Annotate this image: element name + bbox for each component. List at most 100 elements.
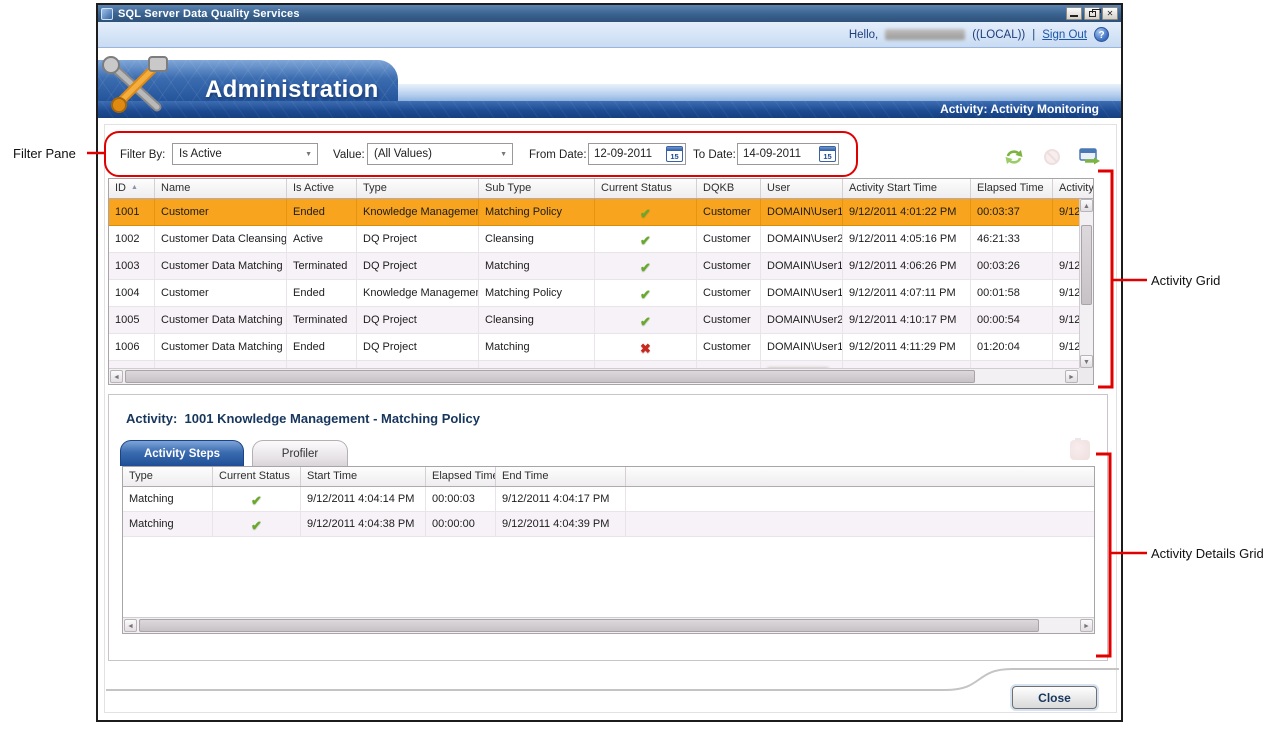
cell-end_time: 9/12/2011 4:04:39 PM: [496, 512, 626, 536]
column-header-elapsed-time[interactable]: Elapsed Time: [426, 467, 496, 486]
terminate-activity-icon-disabled[interactable]: [1040, 146, 1064, 168]
activity-row-1001[interactable]: 1001CustomerEndedKnowledge ManagementMat…: [109, 199, 1079, 226]
horizontal-scrollbar[interactable]: ◄ ►: [123, 617, 1094, 633]
scroll-left-arrow[interactable]: ◄: [110, 370, 123, 383]
cell-sub_type: Domain Management: [479, 361, 595, 368]
help-icon[interactable]: ?: [1094, 27, 1109, 42]
horizontal-scrollbar[interactable]: ◄ ►: [109, 368, 1079, 384]
cell-sub_type: Cleansing: [479, 226, 595, 252]
cell-name: Customer Data Matching: [155, 253, 287, 279]
filter-by-dropdown[interactable]: Is Active ▼: [172, 143, 318, 165]
cell-name: Customer Data Cleansing: [155, 226, 287, 252]
scroll-up-arrow[interactable]: ▲: [1080, 199, 1093, 212]
activity-step-row[interactable]: Matching✔9/12/2011 4:04:14 PM00:00:039/1…: [123, 487, 1094, 512]
cell-end_time: 9/12/2: [1053, 361, 1079, 368]
cell-is_active: Ended: [287, 199, 357, 225]
scroll-left-arrow[interactable]: ◄: [124, 619, 137, 632]
column-header-start-time[interactable]: Start Time: [301, 467, 426, 486]
activity-details-title: Activity: 1001 Knowledge Management - Ma…: [126, 411, 480, 426]
window-titlebar[interactable]: SQL Server Data Quality Services ✕: [98, 5, 1121, 22]
activity-row-1007[interactable]: 1007CustomerEndedKnowledge ManagementDom…: [109, 361, 1079, 368]
scrollbar-thumb[interactable]: [1081, 225, 1092, 305]
cell-id: 1006: [109, 334, 155, 360]
column-header-id[interactable]: ID▲: [109, 179, 155, 198]
column-header-activity-start-time[interactable]: Activity Start Time: [843, 179, 971, 198]
vertical-scrollbar[interactable]: ▲ ▼: [1079, 199, 1093, 368]
cell-type: DQ Project: [357, 226, 479, 252]
cell-is_active: Ended: [287, 334, 357, 360]
cell-is_active: Terminated: [287, 253, 357, 279]
cell-id: 1003: [109, 253, 155, 279]
cell-end_time: 9/12/20: [1053, 307, 1079, 333]
activity-row-1005[interactable]: 1005Customer Data MatchingTerminatedDQ P…: [109, 307, 1079, 334]
column-header-is-active[interactable]: Is Active: [287, 179, 357, 198]
refresh-icon[interactable]: [1002, 146, 1026, 168]
activity-row-1003[interactable]: 1003Customer Data MatchingTerminatedDQ P…: [109, 253, 1079, 280]
server-label: ((LOCAL)): [972, 29, 1025, 41]
close-button[interactable]: Close: [1012, 686, 1097, 709]
tab-activity-steps[interactable]: Activity Steps: [120, 440, 244, 466]
filter-by-value: Is Active: [179, 148, 222, 160]
status-success-icon: ✔: [640, 314, 651, 329]
minimize-button[interactable]: [1066, 7, 1082, 20]
column-header-name[interactable]: Name: [155, 179, 287, 198]
column-header-end-time[interactable]: End Time: [496, 467, 626, 486]
status-success-icon: ✔: [640, 260, 651, 275]
cell-elapsed: 00:01:58: [971, 280, 1053, 306]
cell-id: 1004: [109, 280, 155, 306]
activity-step-row[interactable]: Matching✔9/12/2011 4:04:38 PM00:00:009/1…: [123, 512, 1094, 537]
sign-out-link[interactable]: Sign Out: [1042, 29, 1087, 41]
export-icon[interactable]: [1078, 146, 1102, 168]
activity-row-1002[interactable]: 1002Customer Data CleansingActiveDQ Proj…: [109, 226, 1079, 253]
column-header-elapsed-time[interactable]: Elapsed Time: [971, 179, 1053, 198]
column-header-sub-type[interactable]: Sub Type: [479, 179, 595, 198]
column-header-user[interactable]: User: [761, 179, 843, 198]
cell-elapsed: 00:00:54: [971, 307, 1053, 333]
column-header-filler[interactable]: [626, 467, 1094, 486]
scroll-down-arrow[interactable]: ▼: [1080, 355, 1093, 368]
cell-id: 1005: [109, 307, 155, 333]
to-date-value: 14-09-2011: [743, 148, 801, 160]
cell-name: Customer: [155, 280, 287, 306]
to-date-input[interactable]: 14-09-2011 15: [737, 143, 839, 165]
column-header-current-status[interactable]: Current Status: [595, 179, 697, 198]
scrollbar-thumb[interactable]: [139, 619, 1039, 632]
from-date-input[interactable]: 12-09-2011 15: [588, 143, 686, 165]
admin-tools-icon: [99, 55, 173, 119]
cell-user: DOMAIN\User1: [761, 199, 843, 225]
cell-sub_type: Matching Policy: [479, 280, 595, 306]
scrollbar-thumb[interactable]: [125, 370, 975, 383]
restore-button[interactable]: [1084, 7, 1100, 20]
column-header-activity[interactable]: Activity: [1053, 179, 1094, 198]
scroll-right-arrow[interactable]: ►: [1065, 370, 1078, 383]
calendar-icon[interactable]: 15: [666, 146, 683, 162]
cell-end_time: 9/12/20: [1053, 253, 1079, 279]
cell-start_time: 9/12/2011 4:01:22 PM: [843, 199, 971, 225]
calendar-icon[interactable]: 15: [819, 146, 836, 162]
column-header-current-status[interactable]: Current Status: [213, 467, 301, 486]
details-action-icon-disabled[interactable]: [1070, 440, 1090, 460]
scrollbar-corner: [1079, 368, 1093, 384]
activity-row-1006[interactable]: 1006Customer Data MatchingEndedDQ Projec…: [109, 334, 1079, 361]
cell-status: ✔: [213, 487, 301, 511]
from-date-value: 12-09-2011: [594, 148, 652, 160]
cell-name: Customer: [155, 361, 287, 368]
cell-type: DQ Project: [357, 334, 479, 360]
tab-profiler[interactable]: Profiler: [252, 440, 348, 466]
username-redacted: [885, 29, 965, 40]
column-header-type[interactable]: Type: [357, 179, 479, 198]
cell-end_time: [1053, 226, 1079, 252]
close-window-button[interactable]: ✕: [1102, 7, 1118, 20]
activity-row-1004[interactable]: 1004CustomerEndedKnowledge ManagementMat…: [109, 280, 1079, 307]
cell-dqkb: Customer: [697, 226, 761, 252]
cell-status: ✔: [595, 253, 697, 279]
column-header-type[interactable]: Type: [123, 467, 213, 486]
from-date-label: From Date:: [529, 149, 587, 161]
cell-status: ✔: [595, 199, 697, 225]
activity-grid-body: 1001CustomerEndedKnowledge ManagementMat…: [109, 199, 1079, 368]
status-success-icon: ✔: [251, 518, 262, 533]
value-dropdown[interactable]: (All Values) ▼: [367, 143, 513, 165]
app-icon: [101, 8, 113, 20]
scroll-right-arrow[interactable]: ►: [1080, 619, 1093, 632]
column-header-dqkb[interactable]: DQKB: [697, 179, 761, 198]
